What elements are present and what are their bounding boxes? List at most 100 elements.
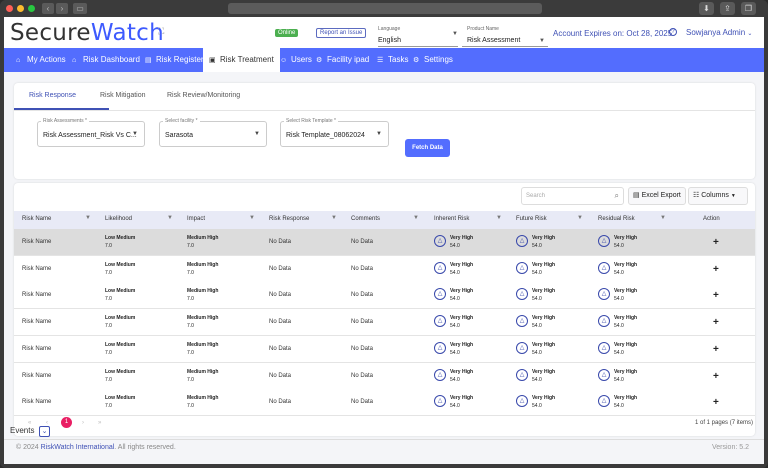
filter-icon[interactable]: ▼ (249, 215, 255, 221)
risk-score-text: Very High 54.0 (450, 314, 473, 330)
comments-cell: No Data (351, 265, 374, 272)
add-action-button[interactable]: + (713, 397, 719, 408)
table-row[interactable]: Risk Name Low Medium 7.0 Medium High 7.0 N… (14, 229, 755, 256)
col-likelihood[interactable]: Likelihood (105, 216, 132, 222)
maximize-window-dot[interactable] (28, 5, 35, 12)
search-input[interactable]: Search ⌕ (521, 187, 624, 205)
chevron-down-icon: ▼ (376, 131, 382, 137)
filter-icon[interactable]: ▼ (331, 215, 337, 221)
risk-score-text: Very High 54.0 (450, 261, 473, 277)
fullscreen-icon[interactable]: ⛶ (158, 26, 164, 37)
chevron-down-icon: ▼ (254, 131, 260, 137)
field-value: Risk Assessment_Risk Vs C... (43, 132, 137, 139)
nav-users[interactable]: ☺ Users (280, 48, 312, 72)
nav-risk-register[interactable]: ▤ Risk Register (145, 48, 204, 72)
risk-level: Very High (450, 288, 474, 295)
excel-export-button[interactable]: ▤ Excel Export (628, 187, 686, 205)
tabs-icon[interactable]: ❐ (741, 2, 756, 15)
nav-label: Risk Dashboard (83, 55, 140, 64)
filter-icon[interactable]: ▼ (167, 215, 173, 221)
likelihood-cell: Low Medium 7.0 (105, 394, 135, 410)
last-page-icon[interactable]: » (98, 420, 101, 426)
comments-cell: No Data (351, 292, 374, 299)
next-page-icon[interactable]: › (82, 420, 84, 426)
risk-name-cell: Risk Name (22, 399, 52, 406)
risk-score-text: Very High 54.0 (532, 314, 555, 330)
nav-settings[interactable]: ⚙ Settings (413, 48, 453, 72)
likelihood-label: Low Medium (105, 315, 136, 322)
facility-select[interactable]: Select facility * Sarasota ▼ (159, 118, 267, 147)
add-action-button[interactable]: + (713, 317, 719, 328)
risk-level: Very High (614, 341, 638, 348)
risk-template-select[interactable]: Select Risk Template * Risk Template_080… (280, 118, 389, 147)
filter-icon[interactable]: ▼ (85, 215, 91, 221)
browser-forward-button[interactable]: › (56, 3, 68, 14)
riskwatch-link[interactable]: RiskWatch International (41, 444, 115, 451)
nav-facility-ipad[interactable]: ⚙ Facility ipad (316, 48, 369, 72)
sidebar-toggle-icon[interactable]: ▭ (73, 3, 87, 14)
report-issue-button[interactable]: Report an Issue (316, 28, 367, 38)
future-risk-icon: △ (516, 261, 528, 274)
nav-risk-treatment[interactable]: ▣ Risk Treatment (203, 48, 280, 72)
page-1-button[interactable]: 1 (61, 417, 72, 428)
add-action-button[interactable]: + (713, 290, 719, 301)
language-label: Language (378, 26, 401, 32)
col-residual-risk[interactable]: Residual Risk (598, 216, 635, 222)
col-risk-response[interactable]: Risk Response (269, 216, 309, 222)
nav-my-actions[interactable]: ⌂ My Actions (16, 48, 66, 72)
col-comments[interactable]: Comments (351, 216, 380, 222)
filter-icon[interactable]: ▼ (660, 215, 666, 221)
add-action-button[interactable]: + (713, 264, 719, 275)
user-menu[interactable]: Sowjanya Admin ⌄ (686, 28, 752, 37)
download-icon[interactable]: ⬇ (699, 2, 714, 15)
table-row[interactable]: Risk Name Low Medium 7.0 Medium High 7.0 N… (14, 362, 755, 390)
likelihood-value: 7.0 (105, 323, 112, 330)
field-label: Select Risk Template * (284, 118, 338, 124)
fetch-data-button[interactable]: Fetch Data (405, 139, 450, 157)
table-row[interactable]: Risk Name Low Medium 7.0 Medium High 7.0 N… (14, 389, 755, 417)
col-future-risk[interactable]: Future Risk (516, 216, 547, 222)
col-inherent-risk[interactable]: Inherent Risk (434, 216, 469, 222)
impact-value: 7.0 (187, 323, 194, 330)
risk-value: 54.0 (532, 323, 542, 330)
columns-button[interactable]: ☷ Columns ▼ (688, 187, 748, 205)
risk-assessments-select[interactable]: Risk Assessments * Risk Assessment_Risk … (37, 118, 145, 147)
browser-back-button[interactable]: ‹ (42, 3, 54, 14)
nav-tasks[interactable]: ☰ Tasks (377, 48, 408, 72)
events-toggle-button[interactable]: ⌄ (39, 426, 50, 437)
share-icon[interactable]: ⇪ (720, 2, 735, 15)
col-risk-name[interactable]: Risk Name (22, 216, 51, 222)
likelihood-value: 7.0 (105, 243, 112, 249)
tab-risk-mitigation[interactable]: Risk Mitigation (100, 92, 146, 99)
field-label: Risk Assessments * (41, 118, 89, 124)
version-text: Version: 5.2 (712, 444, 749, 451)
table-row[interactable]: Risk Name Low Medium 7.0 Medium High 7.0 N… (14, 255, 755, 283)
table-row[interactable]: Risk Name Low Medium 7.0 Medium High 7.0 N… (14, 335, 755, 363)
add-action-button[interactable]: + (713, 344, 719, 355)
filter-icon[interactable]: ▼ (413, 215, 419, 221)
comments-cell: No Data (351, 399, 374, 406)
residual-risk-icon: △ (598, 315, 610, 328)
field-label: Select facility * (163, 118, 200, 124)
address-bar[interactable] (228, 3, 542, 14)
add-action-button[interactable]: + (713, 371, 719, 382)
close-window-dot[interactable] (6, 5, 13, 12)
language-select[interactable]: English (378, 37, 401, 44)
filter-icon[interactable]: ▼ (577, 215, 583, 221)
nav-risk-dashboard[interactable]: ⌂ Risk Dashboard (72, 48, 140, 72)
tab-risk-review[interactable]: Risk Review/Monitoring (167, 92, 240, 99)
likelihood-value: 7.0 (105, 349, 112, 356)
risk-value: 54.0 (614, 403, 624, 410)
table-row[interactable]: Risk Name Low Medium 7.0 Medium High 7.0 N… (14, 282, 755, 310)
filter-icon[interactable]: ▼ (496, 215, 502, 221)
col-impact[interactable]: Impact (187, 216, 205, 222)
add-action-button[interactable]: + (713, 237, 719, 248)
product-select[interactable]: Risk Assessment (467, 37, 520, 44)
risk-score-text: Very High 54.0 (614, 368, 637, 384)
search-placeholder: Search (526, 193, 546, 199)
future-risk-icon: △ (516, 235, 528, 247)
table-row[interactable]: Risk Name Low Medium 7.0 Medium High 7.0 N… (14, 309, 755, 337)
tab-risk-response[interactable]: Risk Response (29, 92, 76, 99)
minimize-window-dot[interactable] (17, 5, 24, 12)
help-icon[interactable]: ? (669, 28, 677, 36)
